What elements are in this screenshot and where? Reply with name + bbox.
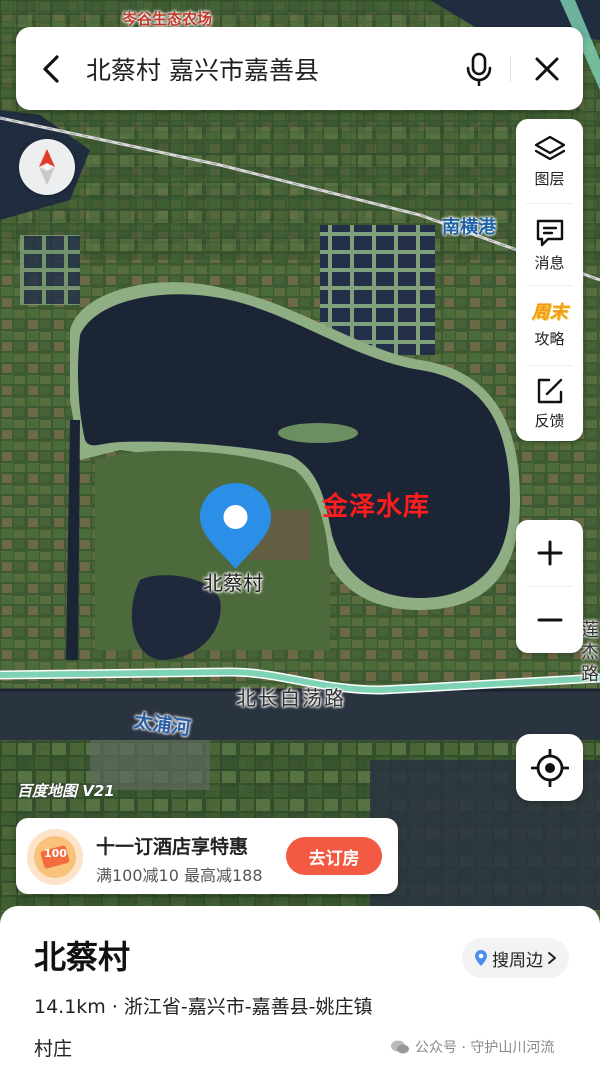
zoom-in-button[interactable] xyxy=(516,520,583,586)
back-button[interactable] xyxy=(16,27,86,110)
map-label-farm[interactable]: 岑谷生态农场 xyxy=(122,8,212,29)
coupon-badge: 100 xyxy=(44,847,67,860)
wechat-icon xyxy=(391,1040,409,1054)
place-type: 村庄 xyxy=(34,1038,73,1060)
map-label-village[interactable]: 北蔡村 xyxy=(203,567,263,596)
footer-watermark-text: 公众号 · 守护山川河流 xyxy=(415,1040,555,1056)
tool-layers[interactable]: 图层 xyxy=(516,121,583,201)
map-brand-watermark: 百度地图 V21 xyxy=(17,782,115,800)
promo-subtitle: 满100减10 最高减188 xyxy=(96,866,263,885)
tool-layers-label: 图层 xyxy=(534,169,565,188)
chevron-left-icon xyxy=(43,54,59,83)
tool-messages[interactable]: 消息 xyxy=(516,205,583,285)
message-icon xyxy=(536,219,563,246)
minus-icon xyxy=(537,618,562,622)
place-address: 14.1km · 浙江省-嘉兴市-嘉善县-姚庄镇 xyxy=(34,996,373,1018)
hotel-promo-card[interactable]: 100 十一订酒店享特惠 满100减10 最高减188 去订房 xyxy=(16,818,398,894)
place-detail-sheet[interactable]: 北蔡村 搜周边 14.1km · 浙江省-嘉兴市-嘉善县-姚庄镇 村庄 公众号 … xyxy=(0,906,600,1071)
book-hotel-button[interactable]: 去订房 xyxy=(286,837,382,875)
map-label-road[interactable]: 北长白荡路 xyxy=(236,682,346,711)
locate-icon xyxy=(530,748,569,787)
tool-guide[interactable]: 周末 攻略 xyxy=(516,283,583,363)
zoom-out-button[interactable] xyxy=(516,587,583,653)
divider xyxy=(526,203,573,204)
tool-guide-label: 攻略 xyxy=(534,329,565,348)
search-nearby-label: 搜周边 xyxy=(492,950,543,971)
location-marker-icon xyxy=(475,950,487,966)
compass-icon xyxy=(39,149,55,185)
footer-watermark: 公众号 · 守护山川河流 xyxy=(390,1037,554,1057)
coupon-icon: 100 xyxy=(26,828,84,886)
place-name: 北蔡村 xyxy=(34,938,131,976)
search-input[interactable]: 北蔡村 嘉兴市嘉善县 xyxy=(86,51,448,87)
feedback-icon xyxy=(537,378,562,403)
location-pin-icon[interactable] xyxy=(198,481,273,571)
zoom-controls xyxy=(516,520,583,653)
tool-messages-label: 消息 xyxy=(534,253,565,272)
chevron-right-icon xyxy=(548,952,556,964)
locate-me-button[interactable] xyxy=(516,734,583,801)
tool-feedback-label: 反馈 xyxy=(534,411,565,430)
search-bar[interactable]: 北蔡村 嘉兴市嘉善县 xyxy=(16,27,583,110)
promo-title: 十一订酒店享特惠 xyxy=(96,836,249,858)
close-search-button[interactable] xyxy=(511,27,583,110)
guide-icon: 周末 xyxy=(531,301,568,323)
layers-icon xyxy=(534,135,565,160)
voice-search-button[interactable] xyxy=(448,27,510,110)
microphone-icon xyxy=(466,52,492,86)
map-tool-panel: 图层 消息 周末 攻略 反馈 xyxy=(516,119,583,441)
compass-button[interactable] xyxy=(19,139,75,195)
fish-ponds xyxy=(20,235,80,305)
map-label-nanhenggang[interactable]: 南横港 xyxy=(442,213,496,239)
map-label-reservoir: 金泽水库 xyxy=(322,492,431,522)
tool-feedback[interactable]: 反馈 xyxy=(516,363,583,443)
map-label-right-road[interactable]: 莲杰路 xyxy=(581,620,600,686)
plus-icon xyxy=(537,540,562,566)
close-icon xyxy=(535,57,559,80)
island xyxy=(278,423,358,443)
search-nearby-button[interactable]: 搜周边 xyxy=(462,938,569,978)
